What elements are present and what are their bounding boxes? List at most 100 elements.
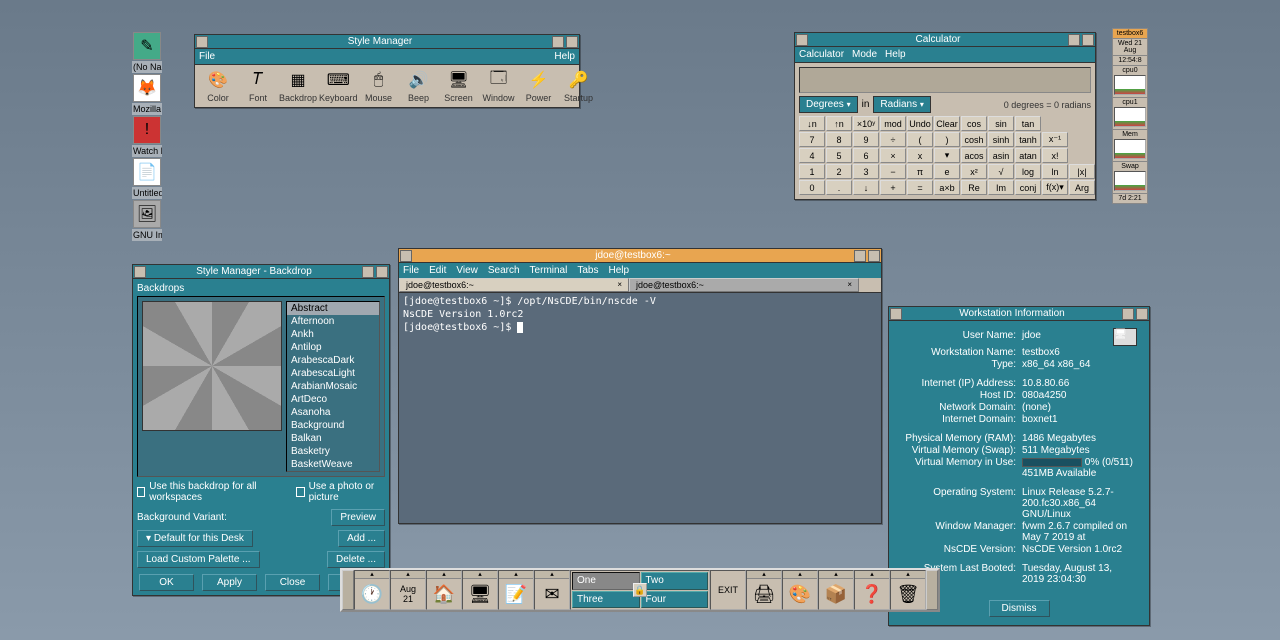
calc-key[interactable]: − [880,164,906,179]
delete-button[interactable]: Delete ... [327,551,385,568]
maximize-button[interactable] [868,250,880,262]
apply-button[interactable]: Apply [202,574,257,591]
calc-key[interactable]: 6 [853,148,879,163]
terminal-tab[interactable]: jdoe@testbox6:~ × [399,278,629,292]
style-item-mouse[interactable]: 🖱Mouse [360,69,398,103]
menu-mode[interactable]: Mode [852,49,877,60]
backdrop-item[interactable]: ArtDeco [287,393,379,406]
calc-key[interactable]: Clear [934,116,960,131]
style-item-startup[interactable]: 🔑Startup [560,69,598,103]
ok-button[interactable]: OK [139,574,194,591]
desktop-icon-mozilla[interactable]: 🦊Mozilla [132,74,162,115]
calc-key[interactable]: ÷ [880,132,906,147]
menu-file[interactable]: File [199,51,215,62]
minimize-button[interactable] [552,36,564,48]
panel-clock-slot[interactable]: ▴🕐 [354,570,390,610]
calc-key[interactable]: |x| [1069,164,1095,179]
calc-key[interactable]: cosh [961,132,987,147]
panel-trash-slot[interactable]: ▴🗑 [890,570,926,610]
window-menu-button[interactable] [196,36,208,48]
panel-endcap-left[interactable] [342,570,354,610]
backdrop-item[interactable]: Background [287,419,379,432]
calc-key[interactable]: Im [988,180,1014,195]
calc-key[interactable]: tan [1015,116,1041,131]
terminal-content[interactable]: [jdoe@testbox6 ~]$ /opt/NsCDE/bin/nscde … [399,293,881,523]
panel-terminal-slot[interactable]: ▴🖥 [462,570,498,610]
style-item-beep[interactable]: 🔊Beep [400,69,438,103]
calc-key[interactable]: asin [988,148,1014,163]
panel-mail-slot[interactable]: ▴✉ [534,570,570,610]
calc-key[interactable]: mod [880,116,906,131]
preview-button[interactable]: Preview [331,509,385,526]
maximize-button[interactable] [566,36,578,48]
workspace-one[interactable]: One [572,572,640,590]
terminal-titlebar[interactable]: jdoe@testbox6:~ [399,249,881,263]
calc-key[interactable]: + [880,180,906,195]
calc-key[interactable]: x² [961,164,987,179]
calc-key[interactable]: 5 [826,148,852,163]
menu-edit[interactable]: Edit [429,265,446,276]
calc-key[interactable]: cos [961,116,987,131]
calc-key[interactable]: ) [934,132,960,147]
menu-help[interactable]: Help [608,265,629,276]
backdrop-item[interactable]: ArabianMosaic [287,380,379,393]
calc-key[interactable]: sin [988,116,1014,131]
variant-select[interactable]: ▾ Default for this Desk [137,530,253,547]
window-menu-button[interactable] [400,250,412,262]
tab-close-icon[interactable]: × [847,280,852,289]
calc-key[interactable]: tanh [1015,132,1041,147]
calc-key[interactable]: x! [1042,148,1068,163]
desktop-icon-gnuim[interactable]: 🖼GNU Im [132,200,162,241]
calc-key[interactable]: √ [988,164,1014,179]
workstation-titlebar[interactable]: Workstation Information [889,307,1149,321]
backdrop-item[interactable]: Antilop [287,341,379,354]
calc-key[interactable]: ln [1042,164,1068,179]
workspace-three[interactable]: Three [572,591,640,609]
calc-key[interactable]: a×b [934,180,960,195]
style-item-screen[interactable]: 🖥Screen [440,69,478,103]
calc-key[interactable]: ×10ʸ [853,116,879,131]
calc-key[interactable]: atan [1015,148,1041,163]
calc-key[interactable]: 7 [799,132,825,147]
panel-exit-slot[interactable]: EXIT [710,570,746,610]
backdrop-item[interactable]: Basketry [287,445,379,458]
panel-home-slot[interactable]: ▴🏠 [426,570,462,610]
panel-style-slot[interactable]: ▴🎨 [782,570,818,610]
menu-help[interactable]: Help [554,51,575,62]
calc-key[interactable]: 9 [853,132,879,147]
backdrop-item[interactable]: Balkan [287,432,379,445]
terminal-tab[interactable]: jdoe@testbox6:~ × [629,278,859,292]
calc-key[interactable]: e [934,164,960,179]
menu-tabs[interactable]: Tabs [577,265,598,276]
calc-key[interactable]: ↑n [826,116,852,131]
calc-key[interactable]: ( [907,132,933,147]
window-menu-button[interactable] [796,34,808,46]
maximize-button[interactable] [376,266,388,278]
style-item-window[interactable]: 🗔Window [480,69,518,103]
style-item-color[interactable]: 🎨Color [199,69,237,103]
style-manager-titlebar[interactable]: Style Manager [195,35,579,49]
backdrop-titlebar[interactable]: Style Manager - Backdrop [133,265,389,279]
system-monitor[interactable]: testbox6 Wed 21 Aug 12:54:8 cpu0 cpu1 Me… [1112,28,1148,204]
calc-key[interactable]: ▾ [934,148,960,163]
maximize-button[interactable] [1136,308,1148,320]
calc-key[interactable]: conj [1015,180,1041,195]
calc-key[interactable]: = [907,180,933,195]
calc-key[interactable]: x [907,148,933,163]
style-item-keyboard[interactable]: ⌨Keyboard [319,69,358,103]
add-button[interactable]: Add ... [338,530,385,547]
calc-key[interactable]: x⁻¹ [1042,132,1068,147]
menu-terminal[interactable]: Terminal [530,265,568,276]
workspace-four[interactable]: Four [641,591,709,609]
menu-search[interactable]: Search [488,265,520,276]
calculator-titlebar[interactable]: Calculator [795,33,1095,47]
menu-help[interactable]: Help [885,49,906,60]
minimize-button[interactable] [854,250,866,262]
desktop-icon-watche[interactable]: !Watch E [132,116,162,157]
calc-key[interactable]: ↓ [853,180,879,195]
calc-key[interactable]: Re [961,180,987,195]
calc-key[interactable]: π [907,164,933,179]
backdrop-item[interactable]: Abstract [287,302,379,315]
backdrop-item[interactable]: ArabescaLight [287,367,379,380]
calc-key[interactable]: 1 [799,164,825,179]
